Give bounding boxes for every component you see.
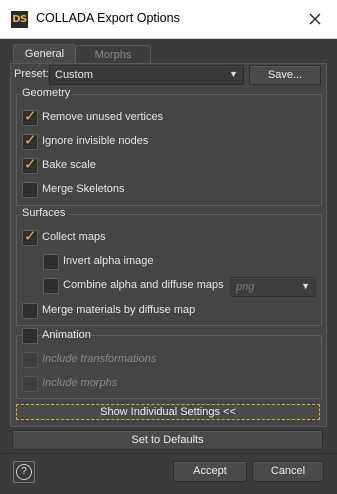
- checkbox-label: Include transformations: [42, 353, 157, 365]
- map-format-value: png: [236, 281, 255, 293]
- checkbox-box: [22, 182, 38, 198]
- set-to-defaults-button[interactable]: Set to Defaults: [12, 430, 323, 450]
- checkmark-icon: ✓: [24, 155, 37, 173]
- checkbox-label: Bake scale: [42, 159, 96, 171]
- checkmark-icon: ✓: [24, 107, 37, 125]
- checkbox-box: [22, 328, 38, 344]
- footer-divider: [0, 453, 337, 454]
- checkbox-box: ✓: [22, 227, 38, 246]
- checkbox-label: Merge Skeletons: [42, 183, 125, 195]
- checkbox-label: Ignore invisible nodes: [42, 135, 149, 147]
- close-icon: [309, 13, 321, 25]
- checkbox-box: [22, 303, 38, 319]
- title-bar: DS COLLADA Export Options: [0, 0, 337, 39]
- surfaces-group-title: Surfaces: [20, 207, 68, 219]
- app-logo: DS: [11, 11, 28, 28]
- checkbox-label: Merge materials by diffuse map: [42, 304, 196, 316]
- save-button[interactable]: Save...: [249, 65, 321, 85]
- checkbox-box: [22, 352, 38, 368]
- map-format-select[interactable]: png ▼: [230, 277, 316, 297]
- checkbox-box: ✓: [22, 107, 38, 126]
- tab-general[interactable]: General: [13, 44, 76, 64]
- window-title: COLLADA Export Options: [36, 11, 180, 25]
- animation-checkbox[interactable]: Animation: [22, 328, 91, 346]
- checkbox-label: Include morphs: [42, 377, 118, 389]
- checkbox-box: [43, 254, 59, 270]
- checkbox-label: Remove unused vertices: [42, 111, 164, 123]
- checkbox-box: ✓: [22, 131, 38, 150]
- checkbox-box: [22, 376, 38, 392]
- show-individual-settings-button[interactable]: Show Individual Settings <<: [16, 404, 320, 420]
- triangle-down-icon: ▼: [229, 69, 238, 79]
- preset-label: Preset:: [14, 68, 49, 80]
- triangle-down-icon: ▼: [301, 281, 310, 291]
- checkbox-label: Combine alpha and diffuse maps: [63, 279, 224, 291]
- checkbox-label: Animation: [42, 329, 91, 341]
- checkmark-icon: ✓: [24, 227, 37, 245]
- checkmark-icon: ✓: [24, 131, 37, 149]
- animation-group: [16, 335, 322, 399]
- preset-select[interactable]: Custom ▼: [49, 65, 244, 85]
- checkbox-label: Invert alpha image: [63, 255, 154, 267]
- checkbox-label: Collect maps: [42, 231, 106, 243]
- cancel-button[interactable]: Cancel: [252, 461, 324, 482]
- preset-value: Custom: [55, 69, 93, 81]
- help-button[interactable]: ?: [13, 461, 35, 483]
- geometry-group-title: Geometry: [20, 87, 73, 99]
- tab-morphs[interactable]: Morphs: [75, 45, 151, 65]
- checkbox-box: ✓: [22, 155, 38, 174]
- accept-button[interactable]: Accept: [173, 461, 247, 482]
- help-icon: ?: [16, 464, 32, 480]
- close-button[interactable]: [301, 7, 329, 31]
- checkbox-box: [43, 278, 59, 294]
